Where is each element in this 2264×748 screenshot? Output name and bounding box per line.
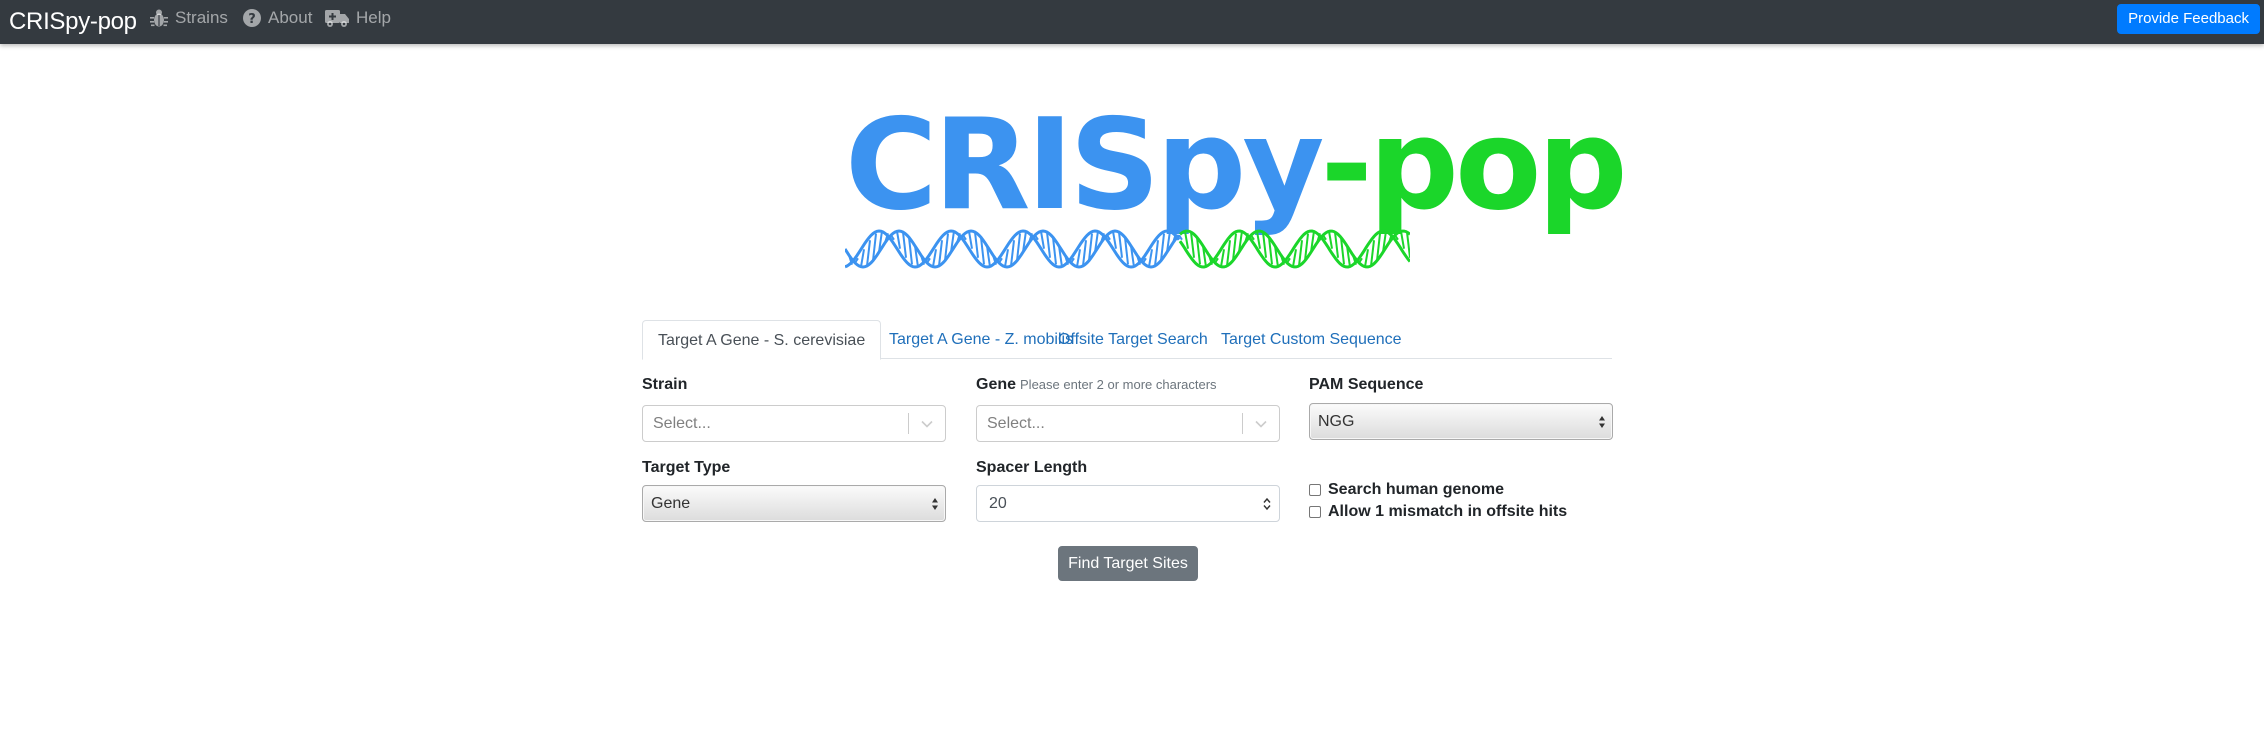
tab-offsite-target-search[interactable]: Offsite Target Search xyxy=(1043,320,1223,359)
navbar-brand[interactable]: CRISpy-pop xyxy=(9,8,137,36)
dna-rung xyxy=(866,240,871,267)
dna-rung xyxy=(938,240,943,267)
dna-helix-graphic xyxy=(845,229,1410,269)
select-arrows-icon xyxy=(1592,415,1612,429)
dna-rung xyxy=(1046,231,1051,258)
pam-sequence-label: PAM Sequence xyxy=(1309,376,1424,393)
target-type-value: Gene xyxy=(651,494,691,512)
crispy-pop-logo: CRISpy-pop xyxy=(845,100,1628,280)
dna-rung xyxy=(1004,249,1009,267)
dna-rung xyxy=(1406,231,1410,258)
tab-s-cerevisiae[interactable]: Target A Gene - S. cerevisiae xyxy=(642,320,882,360)
bug-icon xyxy=(150,9,168,27)
dna-rung xyxy=(932,249,937,267)
strain-dropdown-indicator[interactable] xyxy=(909,417,945,431)
question-circle-icon: ? xyxy=(243,9,261,27)
dna-rung xyxy=(1154,240,1159,267)
select-arrows-icon xyxy=(925,497,945,511)
strain-label: Strain xyxy=(642,376,688,393)
spacer-length-label: Spacer Length xyxy=(976,459,1088,476)
dna-rung xyxy=(968,231,973,249)
gene-label-text: Gene xyxy=(976,376,1017,393)
search-human-genome-option: Search human genome xyxy=(1309,481,1504,499)
dna-rung xyxy=(1256,231,1261,249)
search-human-genome-checkbox[interactable] xyxy=(1309,484,1321,496)
dna-rung xyxy=(1040,231,1045,249)
pam-sequence-value: NGG xyxy=(1318,412,1355,430)
top-navbar: CRISpy-pop Strains ? About Help Provide … xyxy=(0,0,2264,44)
dna-rung xyxy=(896,231,901,249)
strain-select[interactable]: Select... xyxy=(642,405,946,442)
dna-rung xyxy=(1364,249,1369,267)
gene-hint: Please enter 2 or more characters xyxy=(1020,377,1217,392)
nav-link-help[interactable]: Help xyxy=(324,8,391,28)
dna-rung xyxy=(1184,231,1189,249)
dna-rung xyxy=(1220,249,1225,267)
spacer-length-value: 20 xyxy=(989,494,1007,512)
dna-rung xyxy=(1148,249,1153,267)
provide-feedback-button[interactable]: Provide Feedback xyxy=(2117,4,2260,34)
spinner-arrows-icon[interactable] xyxy=(1255,497,1279,511)
dna-rung xyxy=(1118,231,1123,258)
dna-rung xyxy=(902,231,907,258)
gene-select[interactable]: Select... xyxy=(976,405,1280,442)
chevron-down-icon xyxy=(1255,420,1267,428)
strain-select-placeholder: Select... xyxy=(653,414,711,432)
target-type-label: Target Type xyxy=(642,459,731,476)
pam-sequence-select[interactable]: NGG xyxy=(1309,403,1613,440)
nav-link-help-label: Help xyxy=(356,8,391,27)
dna-rung xyxy=(1112,231,1117,249)
gene-select-placeholder: Select... xyxy=(987,414,1045,432)
dna-rung xyxy=(860,249,865,267)
dna-rung xyxy=(1082,240,1087,267)
search-human-genome-label[interactable]: Search human genome xyxy=(1328,481,1504,499)
spacer-length-input[interactable]: 20 xyxy=(976,485,1280,522)
dna-rung xyxy=(1292,249,1297,267)
logo-text-blue: CRISpy xyxy=(845,91,1324,238)
gene-label: Gene Please enter 2 or more characters xyxy=(976,376,1217,394)
dna-rung xyxy=(1010,240,1015,267)
dna-rung xyxy=(1328,231,1333,249)
target-type-select[interactable]: Gene xyxy=(642,485,946,522)
dna-rung xyxy=(1076,249,1081,267)
nav-link-strains[interactable]: Strains xyxy=(149,8,228,28)
gene-dropdown-indicator[interactable] xyxy=(1243,417,1279,431)
dna-rung xyxy=(974,231,979,258)
allow-mismatch-label[interactable]: Allow 1 mismatch in offsite hits xyxy=(1328,503,1567,521)
nav-link-about-label: About xyxy=(268,8,313,27)
find-target-sites-button[interactable]: Find Target Sites xyxy=(1058,546,1198,581)
dna-rung xyxy=(1400,231,1405,249)
allow-mismatch-option: Allow 1 mismatch in offsite hits xyxy=(1309,503,1567,521)
logo-text-dash: - xyxy=(1320,91,1372,238)
allow-mismatch-checkbox[interactable] xyxy=(1309,506,1321,518)
nav-link-about[interactable]: ? About xyxy=(242,8,312,28)
nav-link-strains-label: Strains xyxy=(175,8,228,27)
logo-wordmark: CRISpy-pop xyxy=(845,100,1628,230)
target-tabs: Target A Gene - S. cerevisiae Target A G… xyxy=(642,320,1612,360)
svg-text:?: ? xyxy=(248,12,256,27)
tab-target-custom-sequence[interactable]: Target Custom Sequence xyxy=(1206,320,1417,359)
chevron-down-icon xyxy=(921,420,933,428)
ambulance-icon xyxy=(325,10,349,27)
logo-text-green: pop xyxy=(1368,91,1628,238)
